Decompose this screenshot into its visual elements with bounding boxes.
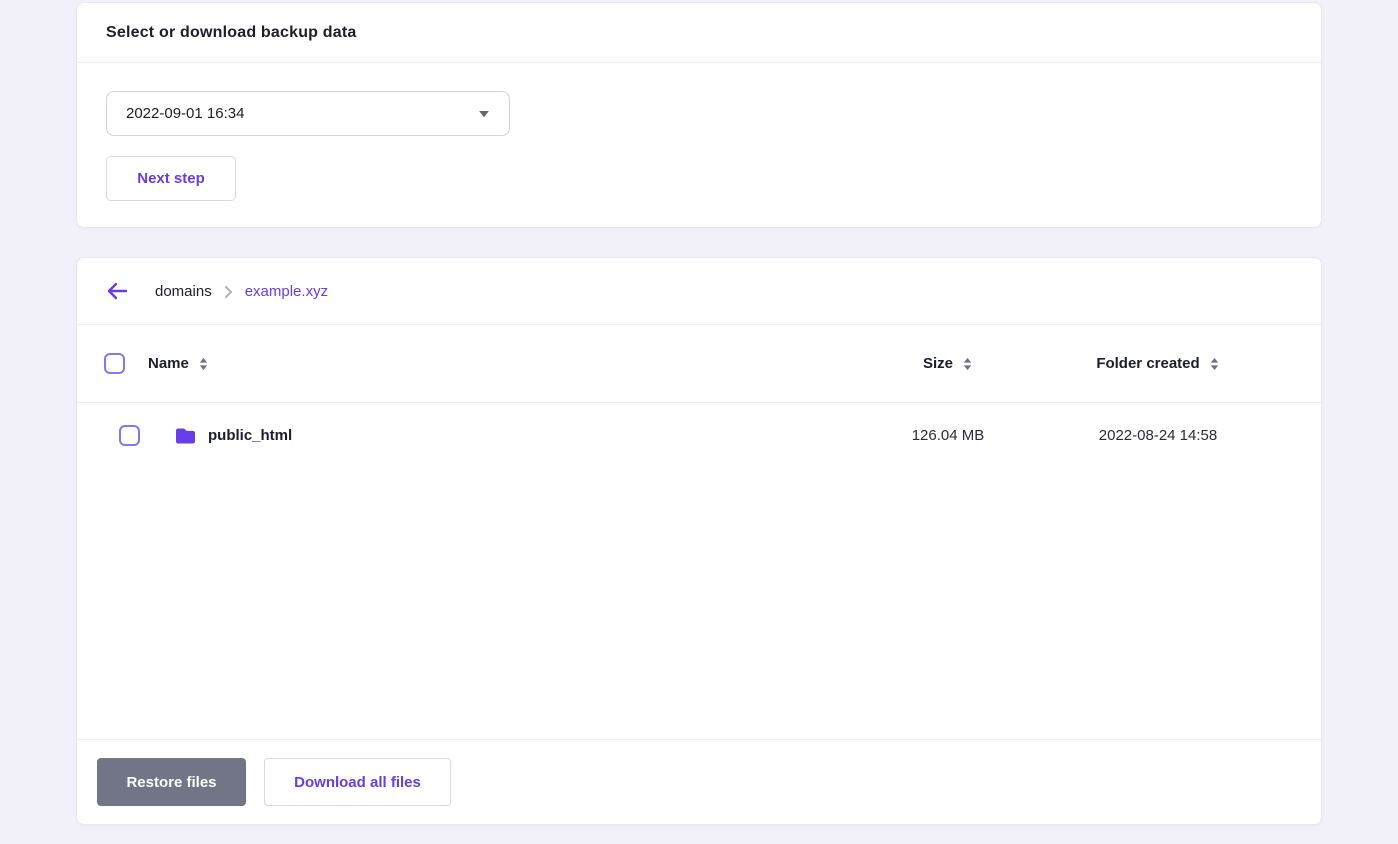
column-header-size[interactable]: Size [923,355,973,372]
sort-arrows-icon[interactable] [198,357,209,371]
table-header: Name Size Folder created [77,325,1321,402]
next-step-button[interactable]: Next step [106,156,236,201]
sort-arrows-icon[interactable] [962,357,973,371]
backup-card-body: 2022-09-01 16:34 Next step [77,63,1321,228]
breadcrumb-item-domains[interactable]: domains [155,283,212,300]
folder-created-date: 2022-08-24 14:58 [1099,427,1217,444]
column-header-folder-created-label: Folder created [1096,355,1199,372]
breadcrumb-item-current[interactable]: example.xyz [245,283,328,300]
card-footer: Restore files Download all files [77,740,1321,824]
back-button[interactable] [106,281,128,301]
row-checkbox[interactable] [119,425,140,446]
card-title: Select or download backup data [106,24,357,42]
file-size: 126.04 MB [912,427,985,444]
column-header-name[interactable]: Name [148,355,853,372]
file-name-cell[interactable]: public_html [174,427,853,445]
sort-arrows-icon[interactable] [1209,357,1220,371]
backup-date-select[interactable]: 2022-09-01 16:34 [106,91,510,136]
column-header-folder-created[interactable]: Folder created [1096,355,1219,372]
folder-icon [174,427,197,445]
column-header-size-label: Size [923,355,953,372]
file-browser-card: domains example.xyz Name Size [76,257,1322,825]
download-all-files-button[interactable]: Download all files [264,758,451,806]
arrow-left-icon [106,281,128,301]
select-all-checkbox[interactable] [104,353,125,374]
backup-select-card: Select or download backup data 2022-09-0… [76,2,1322,228]
chevron-right-icon [224,285,233,299]
file-name[interactable]: public_html [208,427,292,444]
restore-files-button[interactable]: Restore files [97,758,246,806]
column-header-name-label: Name [148,355,189,372]
table-row[interactable]: public_html 126.04 MB 2022-08-24 14:58 [77,403,1321,468]
backup-date-value: 2022-09-01 16:34 [126,105,244,122]
backup-card-header: Select or download backup data [77,3,1321,63]
caret-down-icon [478,110,490,118]
breadcrumb: domains example.xyz [77,258,1321,324]
backup-restore-page: Select or download backup data 2022-09-0… [0,0,1398,844]
table-empty-space [77,468,1321,739]
